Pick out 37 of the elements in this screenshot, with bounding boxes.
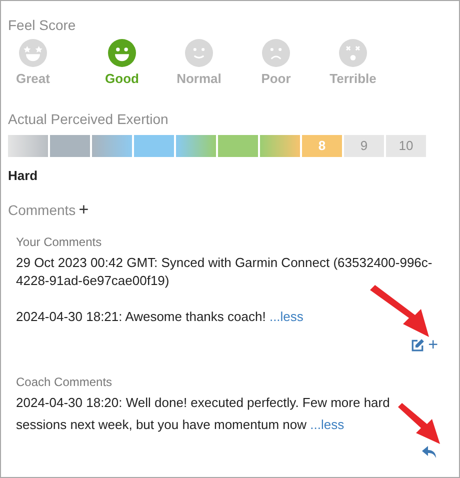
comments-heading: Your Comments: [16, 234, 103, 251]
comment-text: 2024-04-30 18:21: Awesome thanks coach! ...less: [16, 308, 304, 326]
face-icon: [108, 39, 136, 67]
exertion-segment[interactable]: [134, 134, 174, 156]
feel-option[interactable]: Terrible: [314, 39, 392, 88]
exertion-segment[interactable]: [92, 134, 132, 156]
exertion-segment[interactable]: 9: [344, 134, 384, 156]
exertion-segment[interactable]: [260, 134, 300, 156]
exertion-segment[interactable]: [218, 134, 258, 156]
exertion-rating: Hard: [8, 166, 39, 184]
face-icon: [185, 39, 213, 67]
feel-option[interactable]: Great: [11, 39, 55, 88]
reply-icon[interactable]: [422, 446, 436, 458]
exertion-segment[interactable]: 10: [386, 134, 426, 156]
exertion-segment[interactable]: [8, 134, 48, 156]
feel-option[interactable]: Good: [83, 39, 161, 88]
exertion-segment[interactable]: [176, 134, 216, 156]
edit-icon[interactable]: [411, 338, 424, 352]
comment-text: 29 Oct 2023 00:42 GMT: Synced with Garmin Connect (63532400-996c-4228-91ad-6e97cae00f19): [16, 254, 434, 290]
add-comment-button[interactable]: +: [78, 200, 89, 220]
section-title: Comments: [8, 201, 76, 220]
less-link[interactable]: ...less: [310, 417, 344, 432]
feel-option[interactable]: Poor: [237, 39, 315, 88]
arrow-drawing: [369, 285, 431, 339]
face-icon: [339, 39, 367, 67]
face-icon: [19, 39, 47, 67]
comments-heading: Coach Comments: [16, 374, 114, 391]
section-title: Feel Score: [8, 16, 77, 35]
section-title: Actual Perceived Exertion: [8, 110, 170, 128]
exertion-segment[interactable]: [50, 134, 90, 156]
arrow-drawing: [397, 403, 441, 445]
less-link[interactable]: ...less: [269, 309, 304, 324]
comment-text: 2024-04-30 18:20: Well done! executed perfectly. Few more hard sessions next week, but you have momentum now ...less: [16, 394, 391, 434]
add-button[interactable]: +: [428, 337, 438, 353]
face-icon: [262, 39, 290, 67]
feel-option[interactable]: Normal: [160, 39, 238, 88]
exertion-segment[interactable]: 8: [302, 134, 342, 156]
